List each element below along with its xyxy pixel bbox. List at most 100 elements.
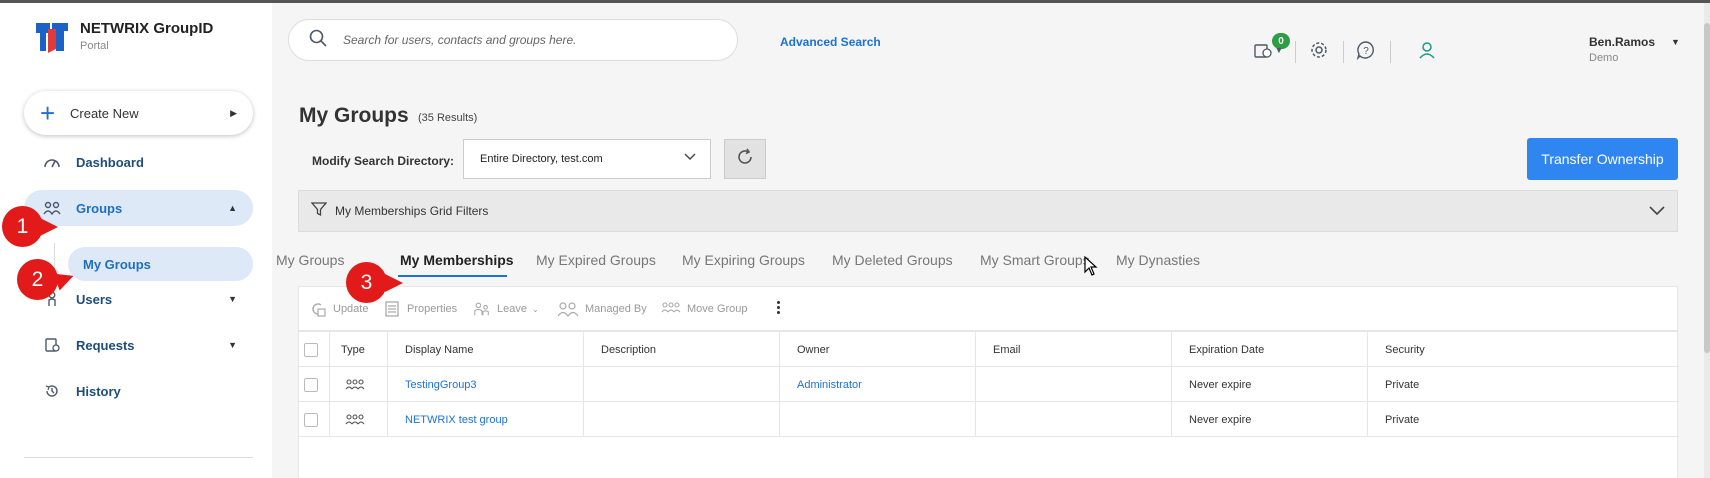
tab-my-groups[interactable]: My Groups xyxy=(276,252,344,268)
global-search[interactable]: Search for users, contacts and groups he… xyxy=(288,19,738,61)
cell-description xyxy=(584,402,780,437)
column-header-display-name[interactable]: Display Name xyxy=(388,332,584,367)
mouse-cursor-icon xyxy=(1084,255,1098,281)
user-domain: Demo xyxy=(1589,52,1619,64)
update-button[interactable]: Update xyxy=(309,301,368,317)
cell-owner[interactable]: Administrator xyxy=(780,367,976,402)
filter-icon xyxy=(310,201,328,222)
cell-owner xyxy=(780,402,976,437)
active-tab-indicator xyxy=(398,275,507,277)
column-header-description[interactable]: Description xyxy=(584,332,780,367)
sidebar-item-label: History xyxy=(76,383,121,399)
header-separator xyxy=(1343,41,1344,63)
user-name[interactable]: Ben.Ramos xyxy=(1589,35,1655,49)
user-avatar-icon[interactable] xyxy=(1416,39,1438,61)
create-new-button[interactable]: + Create New ▶ xyxy=(24,91,253,135)
group-type-icon xyxy=(330,402,388,437)
sidebar-item-requests[interactable]: Requests ▼ xyxy=(24,327,253,363)
app-title: NETWRIX GroupID xyxy=(80,20,214,37)
cell-display-name[interactable]: TestingGroup3 xyxy=(388,367,584,402)
more-actions-icon[interactable] xyxy=(775,299,781,319)
groups-icon xyxy=(42,198,62,218)
cell-display-name[interactable]: NETWRIX test group xyxy=(388,402,584,437)
create-new-label: Create New xyxy=(70,105,139,121)
grid-filters-bar[interactable]: My Memberships Grid Filters xyxy=(298,190,1678,232)
properties-label: Properties xyxy=(407,303,458,315)
tab-my-expired-groups[interactable]: My Expired Groups xyxy=(536,252,656,268)
move-group-button[interactable]: Move Group xyxy=(661,301,748,317)
chevron-down-icon: ▼ xyxy=(228,340,237,350)
properties-icon xyxy=(383,301,401,317)
dashboard-icon xyxy=(42,152,62,172)
table-header-row: Type Display Name Description Owner Emai… xyxy=(299,332,1679,367)
tab-my-smart-groups[interactable]: My Smart Groups xyxy=(980,252,1090,268)
table-row[interactable]: TestingGroup3 Administrator Never expire… xyxy=(299,367,1679,402)
group-type-icon xyxy=(330,367,388,402)
sidebar-item-groups[interactable]: Groups ▲ xyxy=(24,190,253,226)
cell-security: Private xyxy=(1385,378,1420,391)
requests-icon xyxy=(42,335,62,355)
transfer-ownership-button[interactable]: Transfer Ownership xyxy=(1527,138,1678,180)
group-link[interactable]: NETWRIX test group xyxy=(405,414,508,426)
row-checkbox[interactable] xyxy=(304,377,318,392)
directory-select[interactable]: Entire Directory, test.com xyxy=(463,139,711,179)
row-checkbox[interactable] xyxy=(304,412,318,427)
column-header-owner[interactable]: Owner xyxy=(780,332,976,367)
memberships-grid: Type Display Name Description Owner Emai… xyxy=(298,331,1679,478)
chevron-up-icon: ▲ xyxy=(228,203,237,213)
app-subtitle: Portal xyxy=(80,40,109,52)
page-scrollbar-thumb[interactable] xyxy=(1704,23,1710,353)
plus-icon: + xyxy=(40,98,56,128)
managed-by-button[interactable]: Managed By xyxy=(557,301,647,317)
help-icon[interactable]: ? xyxy=(1355,39,1377,61)
tab-my-memberships[interactable]: My Memberships xyxy=(400,252,514,268)
history-icon xyxy=(42,381,62,401)
main-content: Search for users, contacts and groups he… xyxy=(272,3,1710,478)
caret-down-icon[interactable]: ▼ xyxy=(1273,39,1285,61)
caret-right-icon: ▶ xyxy=(230,107,237,118)
row-select-cell xyxy=(299,367,330,402)
sidebar-item-history[interactable]: History xyxy=(24,373,253,409)
chevron-down-icon xyxy=(684,152,696,164)
select-all-cell xyxy=(299,332,330,367)
callout-arrow xyxy=(385,274,403,292)
cell-expiration-date: Never expire xyxy=(1172,367,1368,402)
page-title: My Groups xyxy=(299,104,409,127)
leave-label: Leave xyxy=(497,303,527,315)
leave-icon xyxy=(473,301,491,317)
leave-button[interactable]: Leave ⌄ xyxy=(473,301,539,317)
cell-security: Private xyxy=(1385,413,1420,426)
tab-my-expiring-groups[interactable]: My Expiring Groups xyxy=(682,252,805,268)
move-group-label: Move Group xyxy=(687,303,748,315)
properties-button[interactable]: Properties xyxy=(383,301,457,317)
column-header-expiration-date[interactable]: Expiration Date xyxy=(1172,332,1368,367)
cell-email xyxy=(976,402,1172,437)
sidebar-subitem-my-groups[interactable]: My Groups xyxy=(68,247,253,281)
table-row[interactable] xyxy=(299,437,1679,472)
gear-icon[interactable] xyxy=(1308,39,1330,61)
pending-requests-icon[interactable] xyxy=(1252,39,1274,61)
select-all-checkbox[interactable] xyxy=(304,342,318,357)
column-header-security[interactable]: Security xyxy=(1368,332,1679,367)
column-header-email[interactable]: Email xyxy=(976,332,1172,367)
owner-link[interactable]: Administrator xyxy=(797,379,862,391)
search-input[interactable]: Search for users, contacts and groups he… xyxy=(343,33,576,47)
grid-toolbar: Update Properties Leave ⌄ Managed By Mov… xyxy=(298,286,1678,331)
directory-select-value: Entire Directory, test.com xyxy=(480,153,603,165)
tab-my-deleted-groups[interactable]: My Deleted Groups xyxy=(832,252,953,268)
caret-down-icon[interactable]: ▼ xyxy=(1671,37,1680,47)
cell-email xyxy=(976,367,1172,402)
group-link[interactable]: TestingGroup3 xyxy=(405,379,477,391)
advanced-search-link[interactable]: Advanced Search xyxy=(780,35,881,49)
sidebar-item-dashboard[interactable]: Dashboard xyxy=(24,144,253,180)
step-1-callout: 1 xyxy=(2,206,43,247)
update-icon xyxy=(309,301,327,317)
table-row[interactable]: NETWRIX test group Never expire Private xyxy=(299,402,1679,437)
app-logo[interactable]: NETWRIX GroupID Portal xyxy=(34,19,213,55)
tab-my-dynasties[interactable]: My Dynasties xyxy=(1116,252,1200,268)
modify-directory-label: Modify Search Directory: xyxy=(312,154,455,168)
managed-by-icon xyxy=(557,301,579,317)
header-separator xyxy=(1295,41,1296,63)
refresh-button[interactable] xyxy=(724,139,766,179)
column-header-type[interactable]: Type xyxy=(330,332,388,367)
